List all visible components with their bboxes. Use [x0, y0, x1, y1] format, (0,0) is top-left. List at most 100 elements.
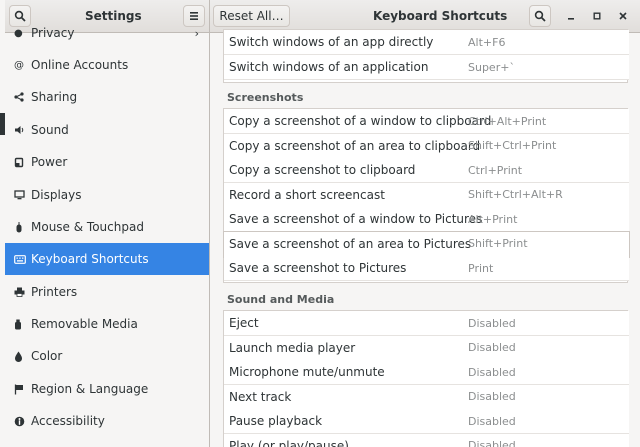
shortcut-search-button[interactable]: [529, 5, 551, 27]
shortcut-row[interactable]: Copy a screenshot of a window to clipboa…: [224, 109, 629, 134]
shortcut-accel: Shift+Ctrl+Alt+R: [468, 188, 563, 201]
page-title: Keyboard Shortcuts: [373, 9, 508, 23]
share-icon: [5, 92, 31, 102]
shortcut-accel: Ctrl+Alt+Print: [468, 114, 547, 128]
shortcut-row[interactable]: Switch windows of an application Super+`: [224, 55, 629, 80]
shortcut-row[interactable]: Eject Disabled: [224, 311, 629, 336]
sidebar-item-label: Printers: [31, 285, 78, 299]
sidebar-item-label: Removable Media: [31, 317, 138, 331]
online-accounts-icon: @: [14, 59, 24, 71]
shortcut-label: Copy a screenshot to clipboard: [229, 163, 416, 177]
sidebar-item-sound[interactable]: Sound: [5, 114, 209, 146]
display-icon: [5, 190, 31, 200]
sidebar-item-sharing[interactable]: Sharing: [5, 81, 209, 113]
shortcut-label: Switch windows of an application: [229, 60, 429, 74]
printer-icon: [5, 287, 31, 297]
sidebar-item-label: Sound: [31, 123, 69, 137]
shortcut-label: Launch media player: [229, 340, 356, 355]
shortcut-row[interactable]: Play (or play/pause) Disabled: [224, 433, 629, 447]
shortcut-row-hovered[interactable]: Save a screenshot of an area to Pictures…: [223, 230, 630, 258]
shortcut-accel: Disabled: [468, 365, 516, 379]
shortcut-accel: Shift+Ctrl+Print: [468, 139, 557, 152]
minimize-icon: [567, 12, 575, 20]
shortcut-label: Copy a screenshot of a window to clipboa…: [229, 114, 492, 128]
shortcut-label: Save a screenshot of a window to Picture…: [229, 212, 483, 226]
accessibility-icon: [5, 416, 31, 427]
sidebar-item-online-accounts[interactable]: @ Online Accounts: [5, 49, 209, 81]
sidebar-item-keyboard-shortcuts[interactable]: Keyboard Shortcuts: [5, 243, 209, 275]
sidebar-item-label: Color: [31, 349, 63, 363]
shortcut-label: Save a screenshot to Pictures: [229, 261, 407, 275]
section-title-sound-media: Sound and Media: [227, 293, 335, 306]
sidebar-item-label: Power: [31, 155, 68, 169]
sidebar-item-label: Mouse & Touchpad: [31, 220, 144, 234]
sidebar-item-mouse-touchpad[interactable]: Mouse & Touchpad: [5, 211, 209, 243]
shortcut-label: Next track: [229, 389, 292, 404]
sidebar-item-displays[interactable]: Displays: [5, 179, 209, 211]
shortcut-accel: Shift+Print: [468, 237, 528, 250]
sidebar-item-label: Sharing: [31, 90, 78, 104]
region-icon: [5, 384, 31, 395]
sidebar-item-privacy[interactable]: ● Privacy ›: [5, 17, 209, 49]
power-icon: [5, 157, 31, 168]
sidebar: ● Privacy › @ Online Accounts Sharing So…: [5, 26, 210, 447]
shortcut-accel: Super+`: [468, 60, 515, 74]
mouse-icon: [5, 221, 31, 233]
sidebar-item-label: Accessibility: [31, 414, 105, 428]
shortcut-accel: Disabled: [468, 414, 516, 428]
shortcut-row[interactable]: Save a screenshot to Pictures Print: [224, 256, 629, 281]
settings-window: Settings Reset All… Keyboard Shortcuts ●…: [5, 0, 640, 447]
maximize-icon: [593, 12, 601, 20]
shortcut-label: Switch windows of an app directly: [229, 35, 434, 49]
shortcut-accel: Disabled: [468, 439, 516, 447]
sidebar-item-label: Online Accounts: [31, 58, 129, 72]
close-icon: [619, 12, 627, 20]
sidebar-item-color[interactable]: Color: [5, 340, 209, 372]
shortcut-label: Eject: [229, 316, 259, 330]
shortcut-row[interactable]: Pause playback Disabled: [224, 409, 629, 434]
screenshots-group: Copy a screenshot of a window to clipboa…: [223, 108, 630, 283]
sound-icon: [5, 125, 31, 135]
shortcut-label: Pause playback: [229, 414, 323, 428]
sidebar-item-power[interactable]: Power: [5, 146, 209, 178]
shortcut-label: Record a short screencast: [229, 187, 385, 202]
shortcut-label: Copy a screenshot of an area to clipboar…: [229, 138, 481, 153]
shortcut-accel: Print: [468, 261, 494, 275]
chevron-right-icon: ›: [194, 26, 199, 40]
sidebar-item-label: Keyboard Shortcuts: [31, 252, 149, 266]
shortcut-row[interactable]: Copy a screenshot to clipboard Ctrl+Prin…: [224, 158, 629, 183]
window-switch-group: Switch windows of an app directly Alt+F6…: [223, 29, 629, 83]
shortcut-list: Switch windows of an app directly Alt+F6…: [223, 29, 630, 447]
color-icon: [5, 351, 31, 362]
shortcut-label: Play (or play/pause): [229, 438, 349, 447]
shortcut-row[interactable]: Record a short screencast Shift+Ctrl+Alt…: [224, 182, 629, 208]
shortcut-accel: Disabled: [468, 316, 516, 330]
shortcut-label: Microphone mute/unmute: [229, 365, 385, 379]
shortcut-row[interactable]: Next track Disabled: [224, 384, 629, 410]
shortcut-accel: Alt+Print: [468, 212, 518, 226]
shortcut-label: Save a screenshot of an area to Pictures: [229, 236, 472, 251]
maximize-button[interactable]: [586, 5, 608, 27]
minimize-button[interactable]: [560, 5, 582, 27]
sidebar-item-region-language[interactable]: Region & Language: [5, 373, 209, 405]
sidebar-item-label: Displays: [31, 188, 82, 202]
sidebar-item-accessibility[interactable]: Accessibility: [5, 405, 209, 437]
shortcut-accel: Disabled: [468, 390, 516, 403]
sidebar-item-label: Region & Language: [31, 382, 149, 396]
shortcut-row[interactable]: Switch windows of an app directly Alt+F6: [224, 30, 629, 55]
search-icon: [534, 10, 546, 22]
shortcut-row[interactable]: Microphone mute/unmute Disabled: [224, 360, 629, 385]
privacy-icon: ●: [14, 27, 23, 39]
close-button[interactable]: [612, 5, 634, 27]
sidebar-item-removable-media[interactable]: Removable Media: [5, 308, 209, 340]
shortcut-row[interactable]: Launch media player Disabled: [224, 335, 629, 361]
sidebar-item-printers[interactable]: Printers: [5, 276, 209, 308]
shortcut-row[interactable]: Save a screenshot of a window to Picture…: [224, 207, 629, 232]
shortcut-row[interactable]: Copy a screenshot of an area to clipboar…: [224, 133, 629, 159]
shortcut-accel: Disabled: [468, 341, 516, 354]
sidebar-item-label: Privacy: [31, 26, 75, 40]
section-title-screenshots: Screenshots: [227, 91, 304, 104]
shortcut-accel: Alt+F6: [468, 35, 506, 49]
keyboard-icon: [5, 254, 31, 264]
reset-all-button[interactable]: Reset All…: [213, 5, 290, 27]
